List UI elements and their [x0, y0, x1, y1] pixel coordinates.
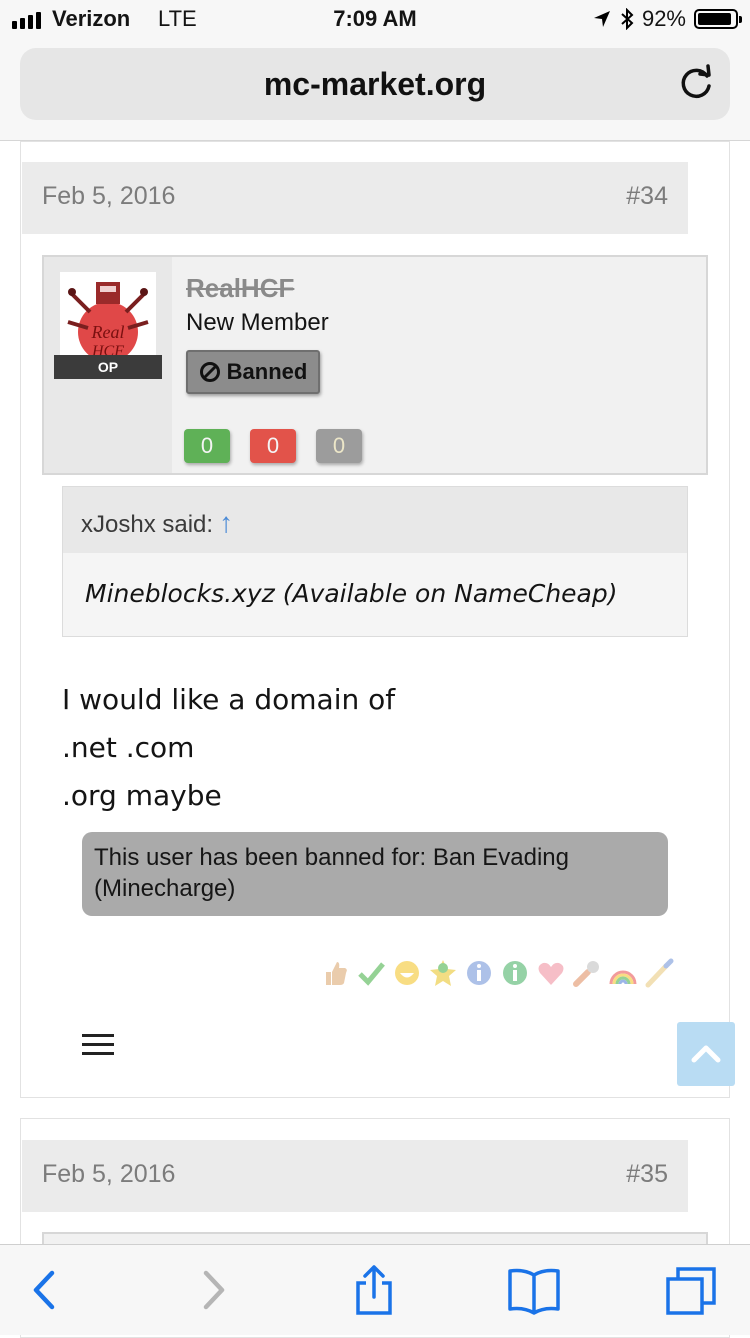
tabs-icon[interactable] [664, 1265, 720, 1315]
avatar[interactable]: Real HCF [60, 272, 156, 366]
info-icon[interactable] [464, 958, 494, 988]
post-date[interactable]: Feb 5, 2016 [42, 182, 175, 211]
quote-header: xJoshx said: ↑ [63, 487, 687, 553]
chevron-up-icon [691, 1045, 721, 1063]
smile-icon[interactable] [392, 958, 422, 988]
negative-rating[interactable]: 0 [250, 429, 296, 463]
address-bar[interactable]: mc-market.org [20, 48, 730, 120]
post-message: I would like a domain of .net .com .org … [62, 676, 395, 820]
paintbrush-icon[interactable] [644, 958, 674, 988]
reload-icon[interactable] [676, 64, 716, 104]
message-line: .org maybe [62, 779, 222, 812]
neutral-rating[interactable]: 0 [316, 429, 362, 463]
rainbow-icon[interactable] [608, 958, 638, 988]
bookmarks-icon[interactable] [506, 1265, 562, 1315]
banned-label: Banned [226, 359, 308, 384]
post-number[interactable]: #35 [626, 1160, 668, 1189]
thumbs-up-icon[interactable] [320, 958, 350, 988]
banned-badge: Banned [186, 350, 320, 394]
message-line: I would like a domain of [62, 683, 396, 716]
browser-toolbar [0, 1244, 750, 1335]
location-arrow-icon [593, 11, 610, 27]
positive-rating[interactable]: 0 [184, 429, 230, 463]
post-header: Feb 5, 2016 #34 [22, 162, 688, 234]
heart-icon[interactable] [536, 958, 566, 988]
check-icon[interactable] [356, 958, 386, 988]
status-bar: Verizon LTE 7:09 AM 92% [0, 0, 750, 40]
avatar-image: Real HCF [60, 272, 156, 366]
jump-to-quote-icon[interactable]: ↑ [219, 507, 233, 538]
user-title: New Member [186, 309, 329, 336]
info-green-icon[interactable] [500, 958, 530, 988]
post-date[interactable]: Feb 5, 2016 [42, 1160, 175, 1189]
quote-block: xJoshx said: ↑ Mineblocks.xyz (Available … [62, 486, 688, 637]
username[interactable]: RealHCF [186, 273, 294, 304]
bluetooth-icon [621, 8, 634, 30]
forward-icon[interactable] [186, 1265, 242, 1315]
url-text[interactable]: mc-market.org [20, 66, 730, 103]
quote-text: Mineblocks.xyz (Available on NameCheap) [85, 579, 618, 608]
message-line: .net .com [62, 731, 195, 764]
post-number[interactable]: #34 [626, 182, 668, 211]
share-icon[interactable] [346, 1265, 402, 1315]
battery-percent: 92% [641, 6, 686, 31]
wrench-icon[interactable] [572, 958, 602, 988]
post-header: Feb 5, 2016 #35 [22, 1140, 688, 1212]
op-badge: OP [54, 355, 162, 379]
post-menu-icon[interactable] [82, 1034, 114, 1058]
reaction-bar [320, 958, 674, 988]
quote-author-text: xJoshx said: [81, 511, 214, 538]
browser-address-area: mc-market.org [0, 40, 750, 141]
battery-icon [694, 9, 742, 29]
quote-author: xJoshx said: ↑ [81, 507, 233, 539]
scroll-to-top-button[interactable] [677, 1022, 735, 1086]
back-icon[interactable] [18, 1265, 74, 1315]
ban-notice: This user has been banned for: Ban Evadi… [82, 832, 668, 916]
svg-text:Real: Real [91, 322, 125, 342]
user-info-box: Real HCF OP RealHCF New Member Banned 0 … [42, 255, 708, 475]
ban-icon [199, 362, 220, 382]
star-icon[interactable] [428, 958, 458, 988]
